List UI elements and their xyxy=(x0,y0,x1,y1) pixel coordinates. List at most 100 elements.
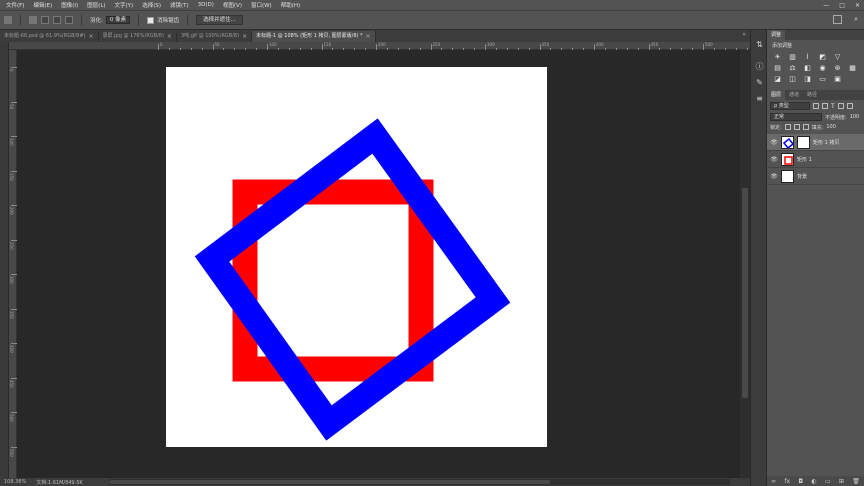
menu-type[interactable]: 文字(Y) xyxy=(115,1,134,9)
menu-image[interactable]: 图像(I) xyxy=(61,1,78,9)
tab-overflow-icon[interactable]: » xyxy=(742,31,746,38)
adjustment-layer-icon[interactable]: ◐ xyxy=(811,478,816,485)
select-and-mask-button[interactable]: 选择并遮住... xyxy=(196,15,243,25)
eye-icon[interactable]: 👁 xyxy=(770,139,778,146)
curves-icon[interactable]: ⌇ xyxy=(803,53,812,61)
maximize-icon[interactable]: □ xyxy=(839,2,845,9)
minimize-icon[interactable]: — xyxy=(823,2,829,9)
posterize-icon[interactable]: ◫ xyxy=(788,75,797,83)
vertical-scrollbar[interactable] xyxy=(740,50,750,478)
fill-value[interactable]: 100 xyxy=(826,124,836,130)
invert-icon[interactable]: ◪ xyxy=(773,75,782,83)
tab-layers[interactable]: 图层 xyxy=(767,90,786,100)
tab-adjustments[interactable]: 调整 xyxy=(767,30,786,40)
intersect-selection-icon[interactable] xyxy=(65,16,73,24)
mask-icon[interactable]: ◘ xyxy=(798,478,803,485)
search-icon[interactable]: ⌕ xyxy=(854,15,858,24)
eye-icon[interactable]: 👁 xyxy=(770,156,778,163)
filter-shape-icon[interactable] xyxy=(837,103,844,109)
info-icon[interactable]: ⓘ xyxy=(755,62,764,71)
close-tab-icon[interactable]: × xyxy=(242,31,247,42)
menu-select[interactable]: 选择(S) xyxy=(142,1,161,9)
filter-adjust-icon[interactable] xyxy=(822,103,828,109)
horizontal-scroll-thumb[interactable] xyxy=(110,480,550,484)
blend-mode-select[interactable]: 正常 xyxy=(770,113,822,121)
horizontal-ruler[interactable]: 0 50 100 150 200 250 300 350 400 450 500 xyxy=(9,42,750,50)
menu-filter[interactable]: 滤镜(T) xyxy=(170,1,189,9)
fx-icon[interactable]: fx xyxy=(784,478,790,485)
sliders-icon[interactable]: ≡ xyxy=(755,94,764,103)
tab-paths[interactable]: 路径 xyxy=(803,90,821,100)
layer-name: 矩形 1 拷贝 xyxy=(813,139,840,146)
folder-icon[interactable]: ▭ xyxy=(825,478,831,485)
feather-input[interactable]: 0 像素 xyxy=(105,16,131,24)
eye-icon[interactable]: 👁 xyxy=(770,173,778,180)
adjustments-tabs: 调整 xyxy=(767,30,864,40)
canvas-area[interactable] xyxy=(17,50,740,478)
menu-bar: 文件(F) 编辑(E) 图像(I) 图层(L) 文字(Y) 选择(S) 滤镜(T… xyxy=(0,0,864,10)
close-tab-icon[interactable]: × xyxy=(366,31,371,42)
document-canvas[interactable] xyxy=(166,67,547,447)
filter-type-icon[interactable]: T xyxy=(831,103,835,110)
exposure-icon[interactable]: ◩ xyxy=(818,53,827,61)
filter-pixel-icon[interactable] xyxy=(813,103,819,109)
history-icon[interactable]: ⇅ xyxy=(755,40,764,49)
black-white-icon[interactable]: ◧ xyxy=(803,64,812,72)
close-tab-icon[interactable]: × xyxy=(167,31,172,42)
zoom-level[interactable]: 108.36% xyxy=(4,479,26,485)
color-balance-icon[interactable]: ⚖ xyxy=(788,64,797,72)
fill-label: 填充: xyxy=(811,124,824,131)
photo-filter-icon[interactable]: ◉ xyxy=(818,64,827,72)
threshold-icon[interactable]: ◨ xyxy=(803,75,812,83)
link-icon[interactable]: ∞ xyxy=(771,478,776,485)
layer-item[interactable]: 👁 背景 xyxy=(767,168,864,185)
menu-edit[interactable]: 编辑(E) xyxy=(33,1,52,9)
selective-color-icon[interactable]: ▣ xyxy=(833,75,842,83)
workspace-icon[interactable] xyxy=(833,15,842,24)
levels-icon[interactable]: ▥ xyxy=(788,53,797,61)
filter-smart-icon[interactable] xyxy=(846,103,853,109)
toolbar-collapsed[interactable] xyxy=(0,42,9,478)
tab-document-2[interactable]: 录屏.jpg @ 176%(RGB/8) × xyxy=(99,31,177,42)
lock-pixels-icon[interactable] xyxy=(784,124,791,130)
new-layer-icon[interactable]: ⊞ xyxy=(839,478,844,485)
horizontal-scrollbar[interactable] xyxy=(110,479,730,485)
close-icon[interactable]: ✕ xyxy=(855,2,860,9)
menu-view[interactable]: 视图(V) xyxy=(223,1,242,9)
layer-item[interactable]: 👁 矩形 1 xyxy=(767,151,864,168)
menu-window[interactable]: 窗口(W) xyxy=(251,1,272,9)
channel-mixer-icon[interactable]: ⊛ xyxy=(833,64,842,72)
lock-all-icon[interactable] xyxy=(802,124,809,130)
hue-saturation-icon[interactable]: ▤ xyxy=(773,64,782,72)
tab-document-4[interactable]: 未标题-1 @ 108% (矩形 1 拷贝, 图层蒙版/8) * × xyxy=(252,31,376,42)
layer-name: 背景 xyxy=(797,173,808,180)
color-lookup-icon[interactable]: ▦ xyxy=(848,64,857,72)
tab-document-3[interactable]: 3吨.gif @ 100%(RGB/8) × xyxy=(177,31,253,42)
menu-3d[interactable]: 3D(D) xyxy=(198,2,214,8)
tool-preset-icon[interactable] xyxy=(4,16,12,24)
vertical-scroll-thumb[interactable] xyxy=(742,188,748,398)
gradient-map-icon[interactable]: ▭ xyxy=(818,75,827,83)
layer-kind-select[interactable]: ρ 类型 xyxy=(770,102,810,110)
tab-document-1[interactable]: 未标题-66.psd @ 61.9%(RGB/8#) × xyxy=(0,31,99,42)
brush-icon[interactable]: ✎ xyxy=(755,78,764,87)
trash-icon[interactable]: 🗑 xyxy=(852,478,860,485)
ruler-label: 400 xyxy=(596,42,604,47)
new-selection-icon[interactable] xyxy=(29,16,37,24)
add-selection-icon[interactable] xyxy=(41,16,49,24)
subtract-selection-icon[interactable] xyxy=(53,16,61,24)
layer-mask-thumbnail[interactable] xyxy=(797,135,810,149)
close-tab-icon[interactable]: × xyxy=(89,31,94,42)
lock-position-icon[interactable] xyxy=(793,124,800,130)
antialias-checkbox[interactable] xyxy=(147,16,155,24)
layer-item[interactable]: 👁 矩形 1 拷贝 xyxy=(767,134,864,151)
opacity-value[interactable]: 100 xyxy=(850,114,860,120)
vibrance-icon[interactable]: ▽ xyxy=(833,53,842,61)
tab-channels[interactable]: 通道 xyxy=(785,90,803,100)
menu-file[interactable]: 文件(F) xyxy=(6,1,24,9)
ruler-label: 250 xyxy=(9,241,14,250)
brightness-icon[interactable]: ☀ xyxy=(773,53,782,61)
menu-help[interactable]: 帮助(H) xyxy=(281,1,300,9)
menu-layer[interactable]: 图层(L) xyxy=(87,1,105,9)
vertical-ruler[interactable]: 0 50 100 150 200 250 300 350 400 450 500 550 xyxy=(9,50,17,478)
